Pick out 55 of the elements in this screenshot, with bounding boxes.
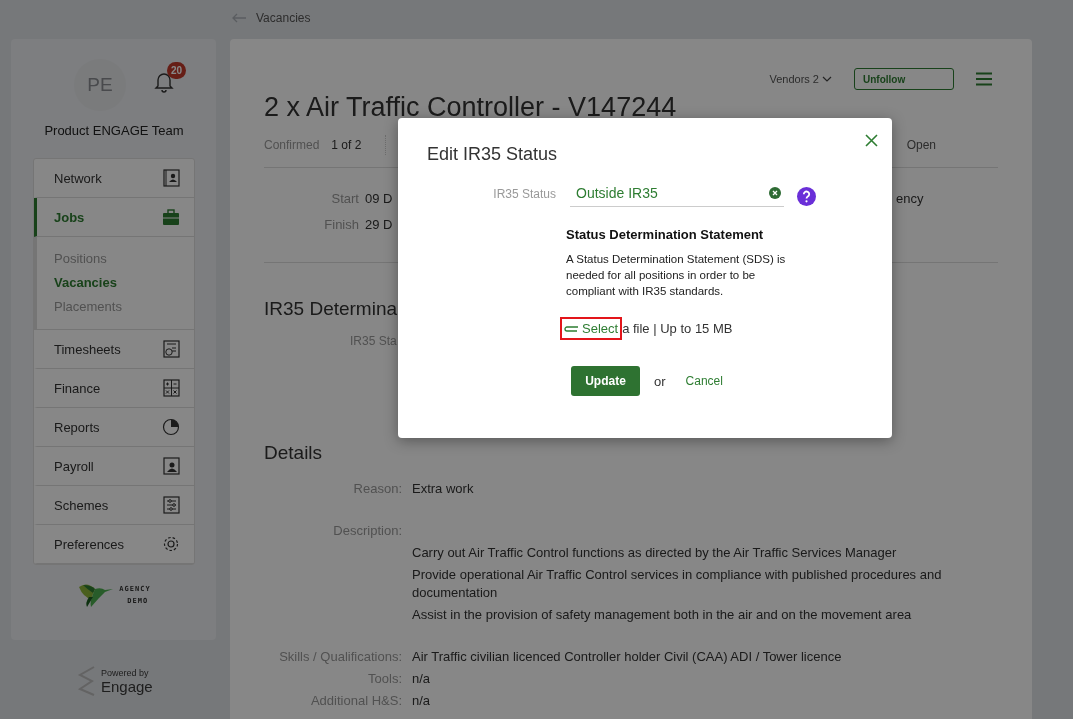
cancel-link[interactable]: Cancel <box>685 374 723 388</box>
briefcase-icon <box>162 208 180 226</box>
clear-icon[interactable] <box>769 187 781 199</box>
nav-item[interactable]: Preferences <box>34 525 194 564</box>
nav-subitem[interactable]: Vacancies <box>54 271 194 295</box>
detail-text: Provide operational Air Traffic Control services in compliance with published procedures and documentation <box>412 566 943 602</box>
powered-by-caption: Powered by <box>101 667 150 678</box>
contact-card-icon <box>162 169 180 187</box>
section-heading: IR35 Determina <box>264 298 399 320</box>
select-file-link[interactable]: Select <box>560 317 623 340</box>
close-button[interactable] <box>865 134 878 147</box>
ir35-status-field[interactable]: Outside IR35 <box>570 185 784 207</box>
gear-icon <box>162 535 180 553</box>
nav-item[interactable]: Payroll <box>34 447 194 486</box>
sliders-icon <box>162 496 180 514</box>
timesheet-icon <box>162 340 180 358</box>
nav-item[interactable]: Timesheets <box>34 330 194 369</box>
dialog-title: Edit IR35 Status <box>427 144 559 165</box>
detail-text: Carry out Air Traffic Control functions as directed by the Air Traffic Services Manager <box>412 544 898 562</box>
nav-item[interactable]: Network <box>34 159 194 198</box>
notification-badge: 20 <box>167 62 187 79</box>
menu-icon[interactable] <box>976 72 992 86</box>
detail-value: n/a <box>412 692 432 710</box>
vendors-dropdown[interactable]: Vendors 2 <box>769 73 832 85</box>
pie-chart-icon <box>162 418 180 436</box>
calculator-icon <box>162 379 180 397</box>
sds-description: A Status Determination Statement (SDS) is needed for all positions in order to be compliant with IR35 standards. <box>566 252 787 299</box>
field-label: IR35 Status <box>492 186 556 201</box>
portrait-icon <box>162 457 180 475</box>
field-value: ency <box>896 190 924 208</box>
paperclip-icon <box>564 325 579 332</box>
summary-value: 1 of 2 <box>331 138 362 152</box>
unfollow-button[interactable]: Unfollow <box>854 68 954 90</box>
brand-name: Engage <box>101 677 153 695</box>
help-icon[interactable] <box>797 187 816 206</box>
sds-heading: Status Determination Statement <box>566 227 765 242</box>
nav-item[interactable]: Reports <box>34 408 194 447</box>
vacancy-title: 2 x Air Traffic Controller - V147244 <box>264 92 678 123</box>
detail-value: n/a <box>412 670 432 688</box>
separator-text: or <box>654 373 666 389</box>
nav-item[interactable]: Jobs <box>34 198 194 237</box>
breadcrumb-link[interactable]: Vacancies <box>256 11 311 25</box>
section-heading: Details <box>264 442 324 464</box>
detail-value: Extra work <box>412 480 475 498</box>
update-button[interactable]: Update <box>571 366 640 396</box>
date-value: 29 D <box>365 216 393 234</box>
team-name: Product ENGAGE Team <box>43 123 185 138</box>
detail-text: Assist in the provision of safety management both in the air and on the movement area <box>412 606 913 624</box>
upload-hint: a file | Up to 15 MB <box>622 321 733 336</box>
chevron-down-icon[interactable] <box>822 76 832 82</box>
nav-item[interactable]: Schemes <box>34 486 194 525</box>
nav-item[interactable]: Finance <box>34 369 194 408</box>
detail-value: Air Traffic civilian licenced Controller holder Civil (CAA) ADI / Tower licence <box>412 648 843 666</box>
status-text: Open <box>906 138 936 152</box>
date-value: 09 D <box>365 190 393 208</box>
